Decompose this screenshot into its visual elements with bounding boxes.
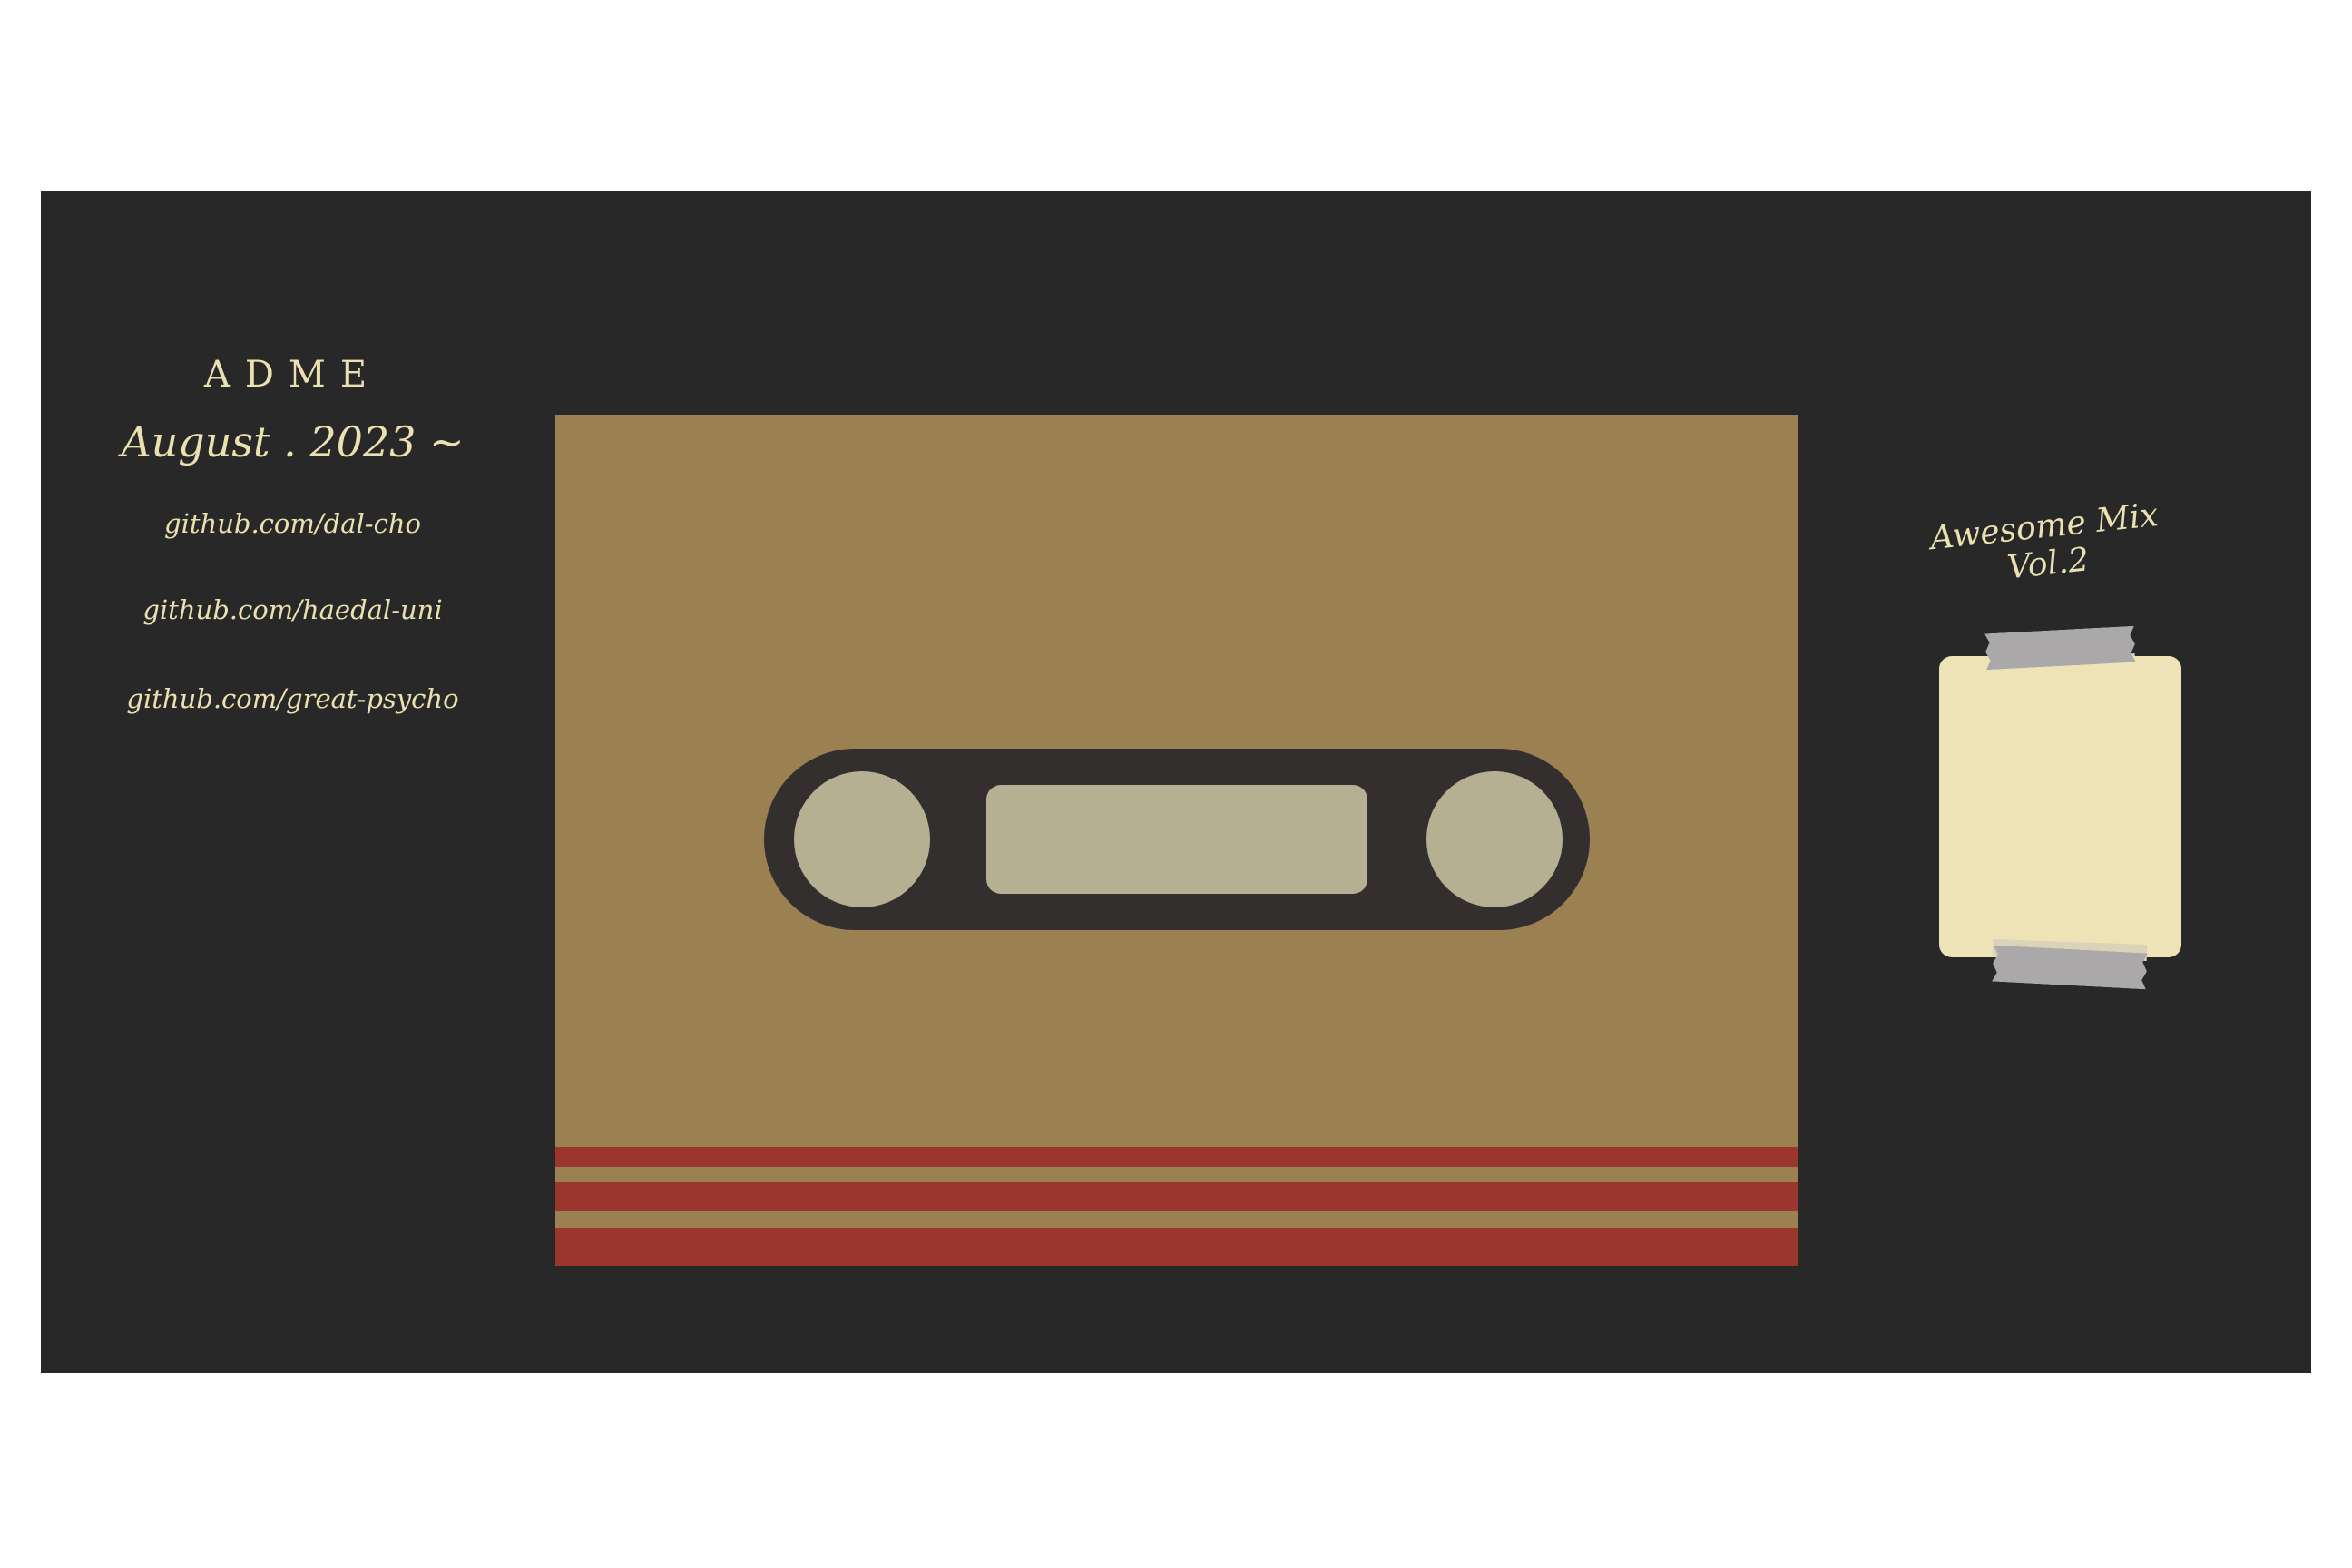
cassette-stripe <box>555 1228 1798 1266</box>
cassette-window <box>764 749 1590 930</box>
cassette-tape <box>555 415 1798 1266</box>
github-link-great-psycho[interactable]: github.com/great-psycho <box>82 683 504 714</box>
project-title: ADME <box>203 354 382 396</box>
left-reel <box>794 771 930 907</box>
project-date: August . 2023 ~ <box>121 417 465 466</box>
github-link-dal-cho[interactable]: github.com/dal-cho <box>82 508 504 539</box>
cassette-stripe <box>555 1147 1798 1167</box>
tape-viewport <box>986 785 1367 894</box>
cassette-stripe <box>555 1182 1798 1211</box>
github-link-haedal-uni[interactable]: github.com/haedal-uni <box>82 594 504 625</box>
sticky-note <box>1939 656 2181 957</box>
right-reel <box>1426 771 1563 907</box>
